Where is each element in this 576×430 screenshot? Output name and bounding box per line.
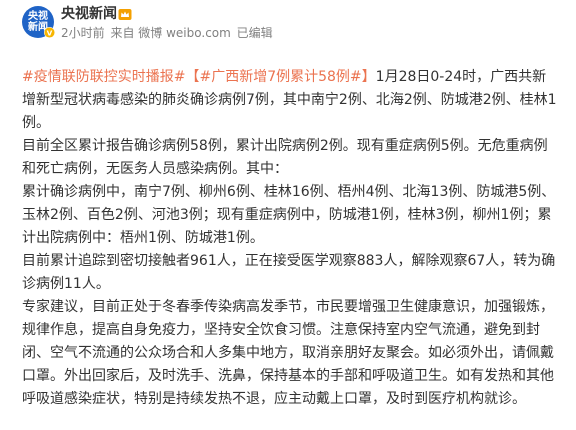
paragraph-4: 目前累计追踪到密切接触者961人，正在接受医学观察883人，解除观察67人，转为… <box>22 253 556 292</box>
post-content: #疫情联防联控实时播报#【#广西新增7例累计58例#】1月28日0-24时，广西… <box>22 66 558 411</box>
post-edited[interactable]: 已编辑 <box>237 26 273 40</box>
svg-text:V: V <box>47 28 53 37</box>
paragraph-3: 累计确诊病例中，南宁7例、柳州6例、桂林16例、梧州4例、北海13例、防城港5例… <box>22 184 556 246</box>
hashtag-link[interactable]: #疫情联防联控实时播报# <box>22 69 185 85</box>
vip-crown-icon[interactable] <box>118 8 132 21</box>
post-time[interactable]: 2小时前 <box>61 26 105 40</box>
post-meta: 2小时前 来自 微博 weibo.com 已编辑 <box>61 25 275 41</box>
weibo-post: 央视 新闻 V 央视新闻 2小时前 来自 微博 weibo.com 已编辑 #疫… <box>0 0 576 430</box>
paragraph-2: 目前全区累计报告确诊病例58例，累计出院病例2例。现有重症病例5例。无危重病例和… <box>22 138 548 177</box>
paragraph-5: 专家建议，目前正处于冬春季传染病高发季节，市民要增强卫生健康意识，加强锻炼，规律… <box>22 299 554 407</box>
post-source[interactable]: 来自 微博 weibo.com <box>110 26 230 40</box>
avatar-text-top: 央视 <box>28 11 48 22</box>
verified-badge-icon: V <box>44 27 55 38</box>
user-name[interactable]: 央视新闻 <box>61 5 117 23</box>
paragraph-1: #疫情联防联控实时播报#【#广西新增7例累计58例#】1月28日0-24时，广西… <box>22 66 558 135</box>
hashtag-title-link[interactable]: 【#广西新增7例累计58例#】 <box>185 69 375 85</box>
